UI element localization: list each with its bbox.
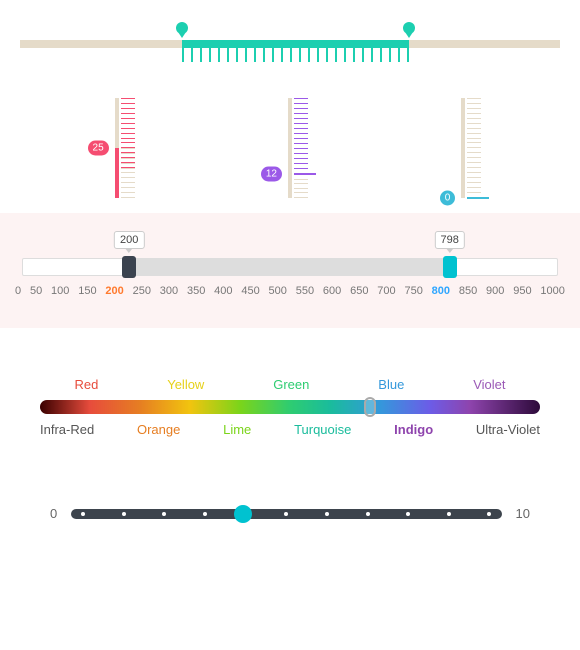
numeric-range-slider[interactable]: 200 798 0 50 100 150 200 250 300 350 400 450 500 55… [0,213,580,328]
labels-bottom: Infra-Red Orange Lime Turquoise Indigo Ultra-… [40,422,540,437]
track [461,98,465,198]
scale-tick: 800 [432,285,450,297]
color-label: Ultra-Violet [476,422,540,437]
scale-tick: 200 [105,285,123,297]
pip-track[interactable] [71,509,501,519]
handle-tick[interactable] [294,173,316,175]
scale-tick: 350 [187,285,205,297]
vertical-slider-purple[interactable]: 12 [245,98,335,198]
color-label: Infra-Red [40,422,94,437]
range-fill [182,40,409,48]
color-label: Yellow [167,377,204,392]
scale-tick: 500 [269,285,287,297]
fill [129,259,450,275]
ticks [467,98,481,198]
vertical-slider-blue[interactable]: 0 [418,98,508,198]
scale-tick: 750 [404,285,422,297]
value-bubble: 25 [88,141,109,156]
value-bubble: 0 [440,191,456,206]
scale-tick: 950 [513,285,531,297]
color-label: Lime [223,422,251,437]
scale-tick: 550 [296,285,314,297]
scale-tick: 1000 [540,285,564,297]
pip-handle[interactable] [234,505,252,523]
handle-low[interactable] [122,256,136,278]
ticks-mask [294,174,308,198]
range-ticks-bottom [182,48,409,62]
color-label: Red [74,377,98,392]
pip-slider[interactable]: 0 10 [0,471,580,561]
scale-tick: 650 [350,285,368,297]
ticks-mask [121,148,135,198]
tooltip-low: 200 [114,231,144,249]
range-slider-green[interactable] [0,0,580,78]
color-spectrum-slider[interactable]: Red Yellow Green Blue Violet Infra-Red Orange… [0,328,580,471]
scale-tick: 900 [486,285,504,297]
color-label: Turquoise [294,422,351,437]
spectrum-handle[interactable] [364,397,376,417]
handle-high[interactable] [443,256,457,278]
color-label: Orange [137,422,180,437]
scale-tick: 150 [78,285,96,297]
track [288,98,292,198]
fill [115,148,119,198]
color-label: Blue [378,377,404,392]
tooltip-high: 798 [435,231,465,249]
scale-tick: 300 [160,285,178,297]
scale-tick: 100 [51,285,69,297]
spectrum-bar[interactable] [40,400,540,414]
range-handle-low[interactable] [174,22,190,42]
color-label: Indigo [394,422,433,437]
scale-tick: 600 [323,285,341,297]
scale-tick: 50 [30,285,42,297]
handle-tick[interactable] [467,197,489,199]
value-bubble: 12 [261,167,282,182]
pip-max-label: 10 [516,506,530,521]
scale-tick: 700 [377,285,395,297]
pip-dots [81,509,491,519]
vertical-slider-pink[interactable]: 25 [72,98,162,198]
scale-tick: 850 [459,285,477,297]
labels-top: Red Yellow Green Blue Violet [40,377,540,392]
color-label: Green [273,377,309,392]
scale-tick: 450 [241,285,259,297]
scale-tick: 0 [15,285,21,297]
scale-tick: 400 [214,285,232,297]
scale-tick: 250 [133,285,151,297]
pip-min-label: 0 [50,506,57,521]
vertical-sliders: 25 12 0 [0,78,580,213]
scale: 0 50 100 150 200 250 300 350 400 450 500 550 600 650 7… [15,285,565,297]
color-label: Violet [473,377,505,392]
range-handle-high[interactable] [401,22,417,42]
ticks [294,98,308,174]
